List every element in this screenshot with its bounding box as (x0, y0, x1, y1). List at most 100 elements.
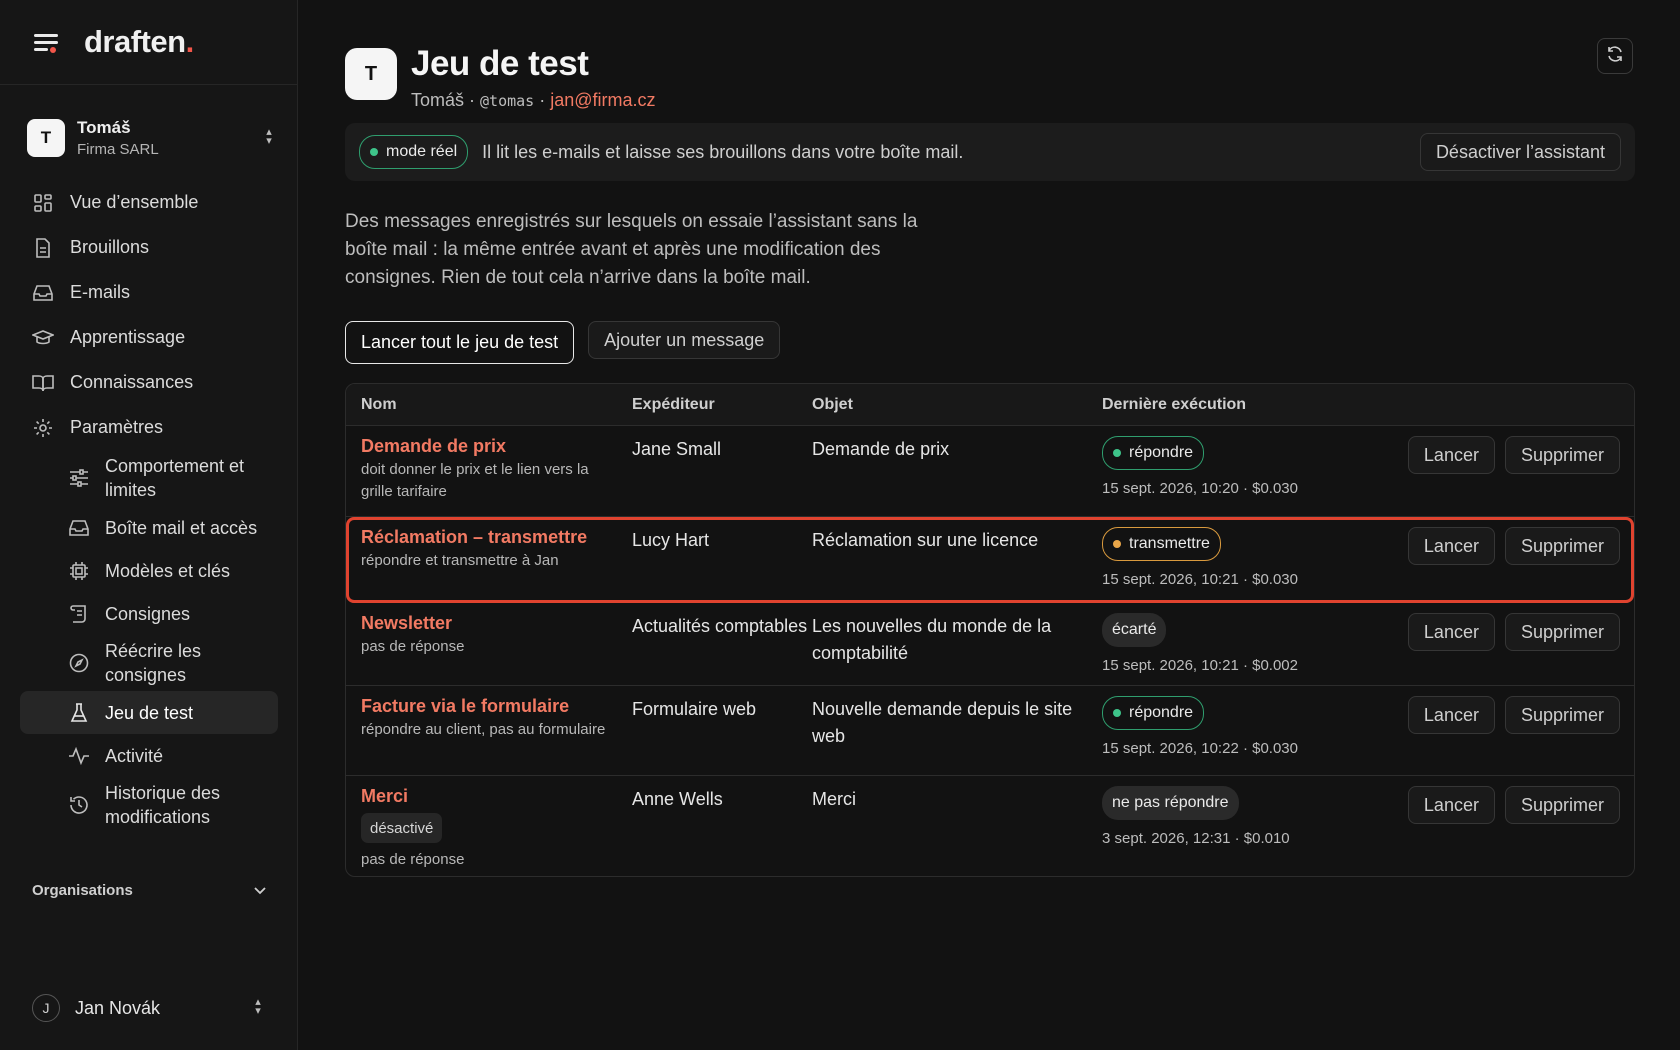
run-button[interactable]: Lancer (1407, 786, 1495, 824)
run-meta: 15 sept. 2026, 10:20 · $0.030 (1102, 480, 1298, 497)
sidebar-item-history[interactable]: Historique des modifications (20, 777, 278, 833)
cpu-icon (68, 560, 90, 582)
sender-cell: Lucy Hart (632, 530, 710, 550)
menu-icon[interactable] (32, 28, 60, 56)
inbox-icon (32, 282, 54, 304)
test-note: répondre au client, pas au formulaire (361, 721, 606, 738)
test-actions: Lancer tout le jeu de test Ajouter un me… (345, 321, 781, 364)
sidebar-item-emails[interactable]: E-mails (20, 270, 278, 315)
sidebar-item-rewrite[interactable]: Réécrire les consignes (20, 635, 278, 691)
sidebar-item-learning[interactable]: Apprentissage (20, 315, 278, 360)
banner-text: Il lit les e-mails et laisse ses brouill… (482, 141, 964, 162)
sidebar-item-models[interactable]: Modèles et clés (20, 549, 278, 592)
delete-button[interactable]: Supprimer (1504, 696, 1620, 734)
header-name-col: Nom (361, 395, 397, 413)
header-name: Tomáš (411, 90, 465, 110)
run-all-button[interactable]: Lancer tout le jeu de test (345, 321, 575, 364)
status-badge: répondre (1102, 696, 1205, 730)
sidebar-item-knowledge[interactable]: Connaissances (20, 360, 278, 405)
account-org: Firma SARL (77, 141, 159, 158)
disable-assistant-button[interactable]: Désactiver l’assistant (1419, 133, 1621, 171)
graduation-cap-icon (32, 327, 54, 349)
sidebar-item-label: Brouillons (70, 237, 150, 257)
book-icon (32, 372, 54, 394)
sender-cell: Jane Small (632, 439, 722, 459)
header-subject-col: Objet (812, 395, 853, 413)
inbox-icon (68, 517, 90, 539)
organisations-label: Organisations (32, 882, 133, 899)
sidebar-item-activity[interactable]: Activité (20, 734, 278, 777)
status-badge: écarté (1102, 613, 1167, 647)
sidebar-item-behavior[interactable]: Comportement et limites (20, 450, 278, 506)
sidebar-item-instructions[interactable]: Consignes (20, 592, 278, 635)
sidebar-item-label: Activité (105, 745, 164, 766)
user-avatar: J (32, 994, 60, 1022)
chevron-updown-icon: ▴ ▾ (266, 126, 272, 147)
test-name-link[interactable]: Demande de prix (361, 436, 632, 457)
subject-cell: Réclamation sur une licence (812, 530, 1039, 550)
run-button[interactable]: Lancer (1407, 613, 1495, 651)
sender-cell: Formulaire web (632, 699, 757, 719)
sidebar-item-label: Réécrire les consignes (105, 641, 202, 685)
test-note: répondre et transmettre à Jan (361, 552, 559, 569)
delete-button[interactable]: Supprimer (1504, 436, 1620, 474)
user-name: Jan Novák (75, 997, 161, 1018)
test-note: pas de réponse (361, 851, 465, 868)
run-button[interactable]: Lancer (1407, 436, 1495, 474)
sidebar-item-label: Boîte mail et accès (105, 517, 258, 538)
delete-button[interactable]: Supprimer (1504, 786, 1620, 824)
delete-button[interactable]: Supprimer (1504, 527, 1620, 565)
mode-badge: mode réel (359, 135, 469, 169)
test-name-link[interactable]: Facture via le formulaire (361, 696, 632, 717)
page-description: Des messages enregistrés sur lesquels on… (345, 211, 918, 288)
flask-icon (68, 702, 90, 724)
page-subtitle: Tomáš · @tomas · jan@firma.cz (411, 90, 656, 110)
sidebar-item-testset[interactable]: Jeu de test (20, 691, 278, 734)
test-name-link[interactable]: Newsletter (361, 613, 632, 634)
test-note: pas de réponse (361, 638, 465, 655)
delete-button[interactable]: Supprimer (1504, 613, 1620, 651)
subject-cell: Merci (812, 789, 856, 809)
sidebar-item-label: Jeu de test (105, 702, 194, 723)
sidebar-item-label: E-mails (70, 282, 131, 302)
history-icon (68, 794, 90, 816)
document-icon (32, 237, 54, 259)
sidebar-item-mailbox[interactable]: Boîte mail et accès (20, 506, 278, 549)
table-row: Réclamation – transmettre répondre et tr… (346, 517, 1634, 603)
status-badge: répondre (1102, 436, 1205, 470)
run-button[interactable]: Lancer (1407, 696, 1495, 734)
chevron-updown-icon: ▴ ▾ (255, 996, 261, 1017)
refresh-icon (1606, 45, 1624, 68)
account-switcher[interactable]: T Tomáš Firma SARL ▴ ▾ (27, 116, 277, 160)
status-badge: transmettre (1102, 527, 1221, 561)
header-last-run-col: Dernière exécution (1102, 395, 1247, 413)
disabled-badge: désactivé (361, 813, 443, 843)
sidebar-item-drafts[interactable]: Brouillons (20, 225, 278, 270)
refresh-button[interactable] (1597, 38, 1633, 74)
sidebar-item-settings[interactable]: Paramètres (20, 405, 278, 450)
activity-icon (68, 745, 90, 767)
mode-banner: mode réel Il lit les e-mails et laisse s… (345, 123, 1635, 181)
test-table: Nom Expéditeur Objet Dernière exécution … (345, 383, 1635, 877)
header-sender-col: Expéditeur (632, 395, 715, 413)
test-name-link[interactable]: Réclamation – transmettre (361, 527, 632, 548)
header-email-link[interactable]: jan@firma.cz (550, 90, 655, 110)
run-button[interactable]: Lancer (1407, 527, 1495, 565)
table-row: Facture via le formulaire répondre au cl… (346, 686, 1634, 776)
run-meta: 15 sept. 2026, 10:21 · $0.030 (1102, 571, 1298, 588)
sidebar-item-overview[interactable]: Vue d’ensemble (20, 180, 278, 225)
test-note: doit donner le prix et le lien vers la g… (361, 461, 589, 500)
user-menu[interactable]: J Jan Novák ▴ ▾ (32, 994, 266, 1022)
table-row: Demande de prix doit donner le prix et l… (346, 426, 1634, 517)
account-avatar: T (27, 119, 65, 157)
organisations-toggle[interactable]: Organisations (32, 882, 266, 899)
page-header: T Jeu de test Tomáš · @tomas · jan@firma… (345, 44, 656, 111)
sender-cell: Actualités comptables (632, 616, 808, 636)
run-meta: 15 sept. 2026, 10:21 · $0.002 (1102, 657, 1298, 674)
add-message-button[interactable]: Ajouter un message (588, 321, 781, 359)
test-name-link[interactable]: Merci (361, 786, 632, 807)
sidebar-item-label: Connaissances (70, 372, 194, 392)
sidebar-item-label: Modèles et clés (105, 560, 231, 581)
sidebar: draften. T Tomáš Firma SARL ▴ ▾ Vue d’ens… (0, 0, 298, 1050)
sidebar-item-label: Vue d’ensemble (70, 192, 199, 212)
